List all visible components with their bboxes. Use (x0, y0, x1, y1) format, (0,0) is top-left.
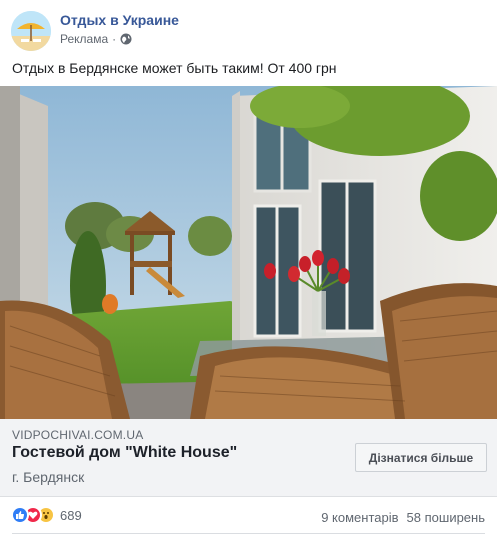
footer-divider (12, 533, 485, 534)
link-description: г. Бердянск (12, 469, 85, 485)
sponsored-row: Реклама · (60, 32, 132, 46)
link-preview[interactable]: VIDPOCHIVAI.COM.UA Гостевой дом "White H… (0, 419, 497, 497)
sponsored-label[interactable]: Реклама (60, 32, 108, 46)
separator-dot: · (112, 32, 117, 46)
post-header: Отдых в Украине Реклама · (0, 0, 497, 56)
page-name-link[interactable]: Отдых в Украине (60, 12, 179, 28)
link-domain: VIDPOCHIVAI.COM.UA (12, 428, 144, 442)
post-text: Отдых в Бердянске может быть таким! От 4… (12, 60, 337, 76)
reactions-count: 689 (60, 507, 82, 523)
learn-more-button[interactable]: Дізнатися більше (355, 443, 487, 472)
link-title[interactable]: Гостевой дом "White House" (12, 444, 237, 462)
globe-icon (120, 33, 132, 45)
ad-photo[interactable] (0, 86, 497, 419)
like-icon (11, 506, 29, 524)
comment-share-counts: 9 коментарів 58 поширень (321, 510, 485, 525)
reactions-summary[interactable]: 689 (11, 506, 82, 524)
shares-count[interactable]: 58 поширень (407, 510, 485, 525)
comments-count[interactable]: 9 коментарів (321, 510, 398, 525)
page-avatar[interactable] (11, 11, 51, 51)
engagement-bar: 689 9 коментарів 58 поширень (0, 503, 497, 529)
